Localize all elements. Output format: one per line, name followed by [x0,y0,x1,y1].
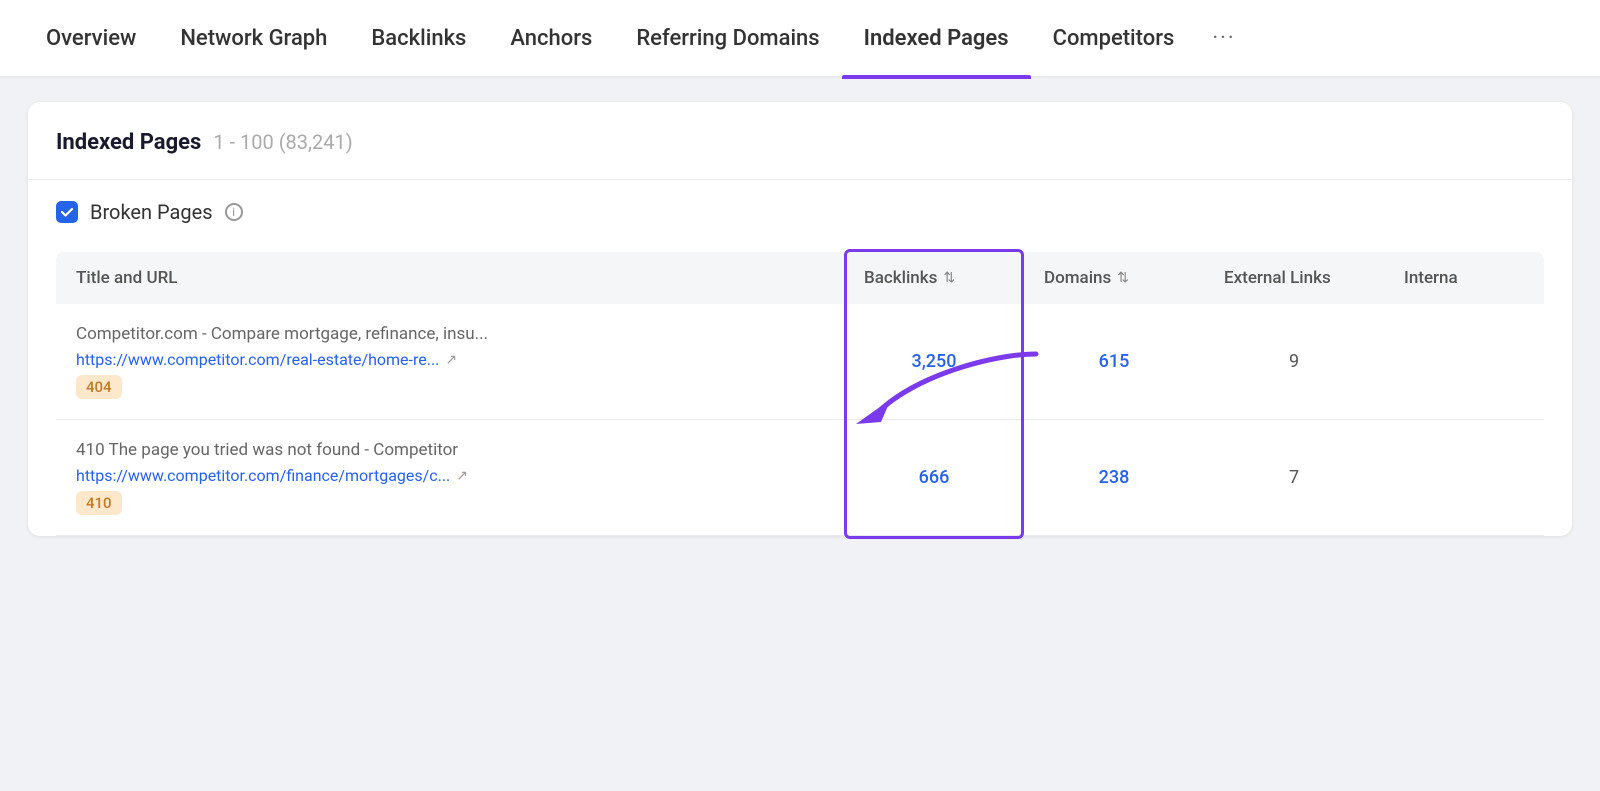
cell-backlinks-1[interactable]: 3,250 [844,304,1024,419]
nav-overview[interactable]: Overview [24,0,158,77]
nav-competitors[interactable]: Competitors [1031,0,1197,77]
col-header-domains[interactable]: Domains ⇅ [1024,252,1204,304]
page-title-1: Competitor.com - Compare mortgage, refin… [76,324,824,344]
status-badge-1: 404 [76,375,122,399]
table-header: Title and URL Backlinks ⇅ Domains ⇅ Exte… [56,252,1544,304]
header-divider [28,179,1572,180]
cell-title-url-1: Competitor.com - Compare mortgage, refin… [56,304,844,419]
table-body: Competitor.com - Compare mortgage, refin… [56,304,1544,536]
page-url-2[interactable]: https://www.competitor.com/finance/mortg… [76,466,824,485]
external-link-icon-2: ↗ [456,468,468,484]
nav-anchors[interactable]: Anchors [488,0,614,77]
col-header-title-url: Title and URL [56,252,844,304]
cell-title-url-2: 410 The page you tried was not found - C… [56,420,844,535]
card-subtitle: 1 - 100 (83,241) [213,130,352,154]
broken-pages-filter: Broken Pages i [56,200,1544,224]
cell-internal-2 [1384,420,1544,535]
col-header-backlinks[interactable]: Backlinks ⇅ [844,252,1024,304]
cell-internal-1 [1384,304,1544,419]
nav-referring-domains[interactable]: Referring Domains [614,0,841,77]
nav-network-graph[interactable]: Network Graph [158,0,349,77]
table-row: Competitor.com - Compare mortgage, refin… [56,304,1544,420]
domains-sort-icon: ⇅ [1117,270,1129,286]
page-url-1[interactable]: https://www.competitor.com/real-estate/h… [76,350,824,369]
nav-more-menu[interactable]: ··· [1196,26,1251,51]
card-title: Indexed Pages [56,130,201,155]
cell-domains-2[interactable]: 238 [1024,420,1204,535]
table-row: 410 The page you tried was not found - C… [56,420,1544,536]
nav-backlinks[interactable]: Backlinks [349,0,488,77]
card-header: Indexed Pages 1 - 100 (83,241) [56,130,1544,155]
cell-backlinks-2[interactable]: 666 [844,420,1024,535]
broken-pages-label: Broken Pages [90,200,213,224]
status-badge-2: 410 [76,491,122,515]
nav-indexed-pages[interactable]: Indexed Pages [842,0,1031,77]
info-icon[interactable]: i [225,203,243,221]
cell-domains-1[interactable]: 615 [1024,304,1204,419]
cell-external-links-1: 9 [1204,304,1384,419]
backlinks-sort-icon: ⇅ [943,270,955,286]
external-link-icon-1: ↗ [445,352,457,368]
page-title-2: 410 The page you tried was not found - C… [76,440,824,460]
indexed-pages-card: Indexed Pages 1 - 100 (83,241) Broken Pa… [28,102,1572,536]
indexed-pages-table: Title and URL Backlinks ⇅ Domains ⇅ Exte… [56,252,1544,536]
cell-external-links-2: 7 [1204,420,1384,535]
col-header-external-links[interactable]: External Links [1204,252,1384,304]
broken-pages-checkbox[interactable] [56,201,78,223]
col-header-internal: Interna [1384,252,1544,304]
main-content: Indexed Pages 1 - 100 (83,241) Broken Pa… [0,78,1600,560]
navigation-bar: Overview Network Graph Backlinks Anchors… [0,0,1600,78]
